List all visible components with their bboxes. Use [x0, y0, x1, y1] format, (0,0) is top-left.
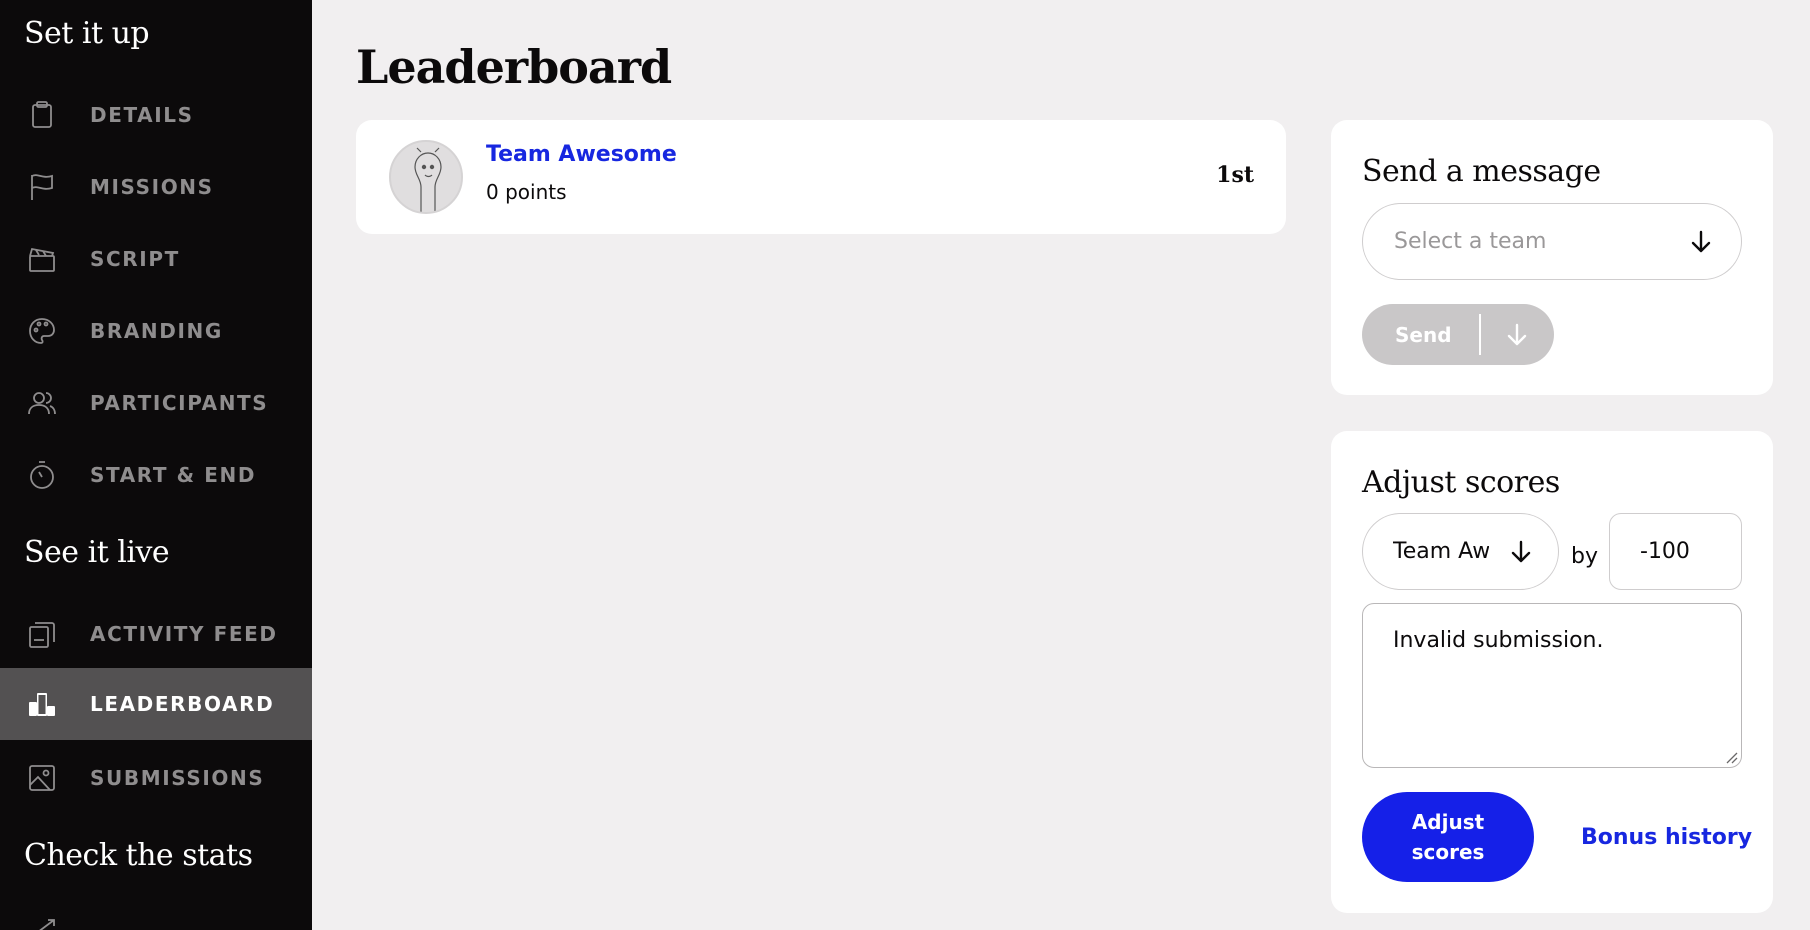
- sidebar-item-activity-feed[interactable]: ACTIVITY FEED: [0, 598, 312, 670]
- adjust-scores-button[interactable]: Adjust scores: [1362, 792, 1534, 882]
- feed-icon: [26, 618, 58, 650]
- flag-icon: [26, 171, 58, 203]
- resize-handle-icon[interactable]: [1724, 750, 1738, 764]
- adjust-team-value: Team Awesome: [1393, 539, 1489, 564]
- by-label: by: [1571, 544, 1598, 569]
- send-button-label: Send: [1395, 323, 1452, 347]
- section-title-set-it-up: Set it up: [24, 16, 150, 51]
- sidebar-item-label: START & END: [90, 463, 257, 487]
- reason-value: Invalid submission.: [1393, 628, 1604, 653]
- reason-textarea[interactable]: Invalid submission.: [1362, 603, 1742, 768]
- team-rank: 1st: [1216, 162, 1254, 188]
- clipboard-icon: [26, 99, 58, 131]
- sidebar-item-missions[interactable]: MISSIONS: [0, 151, 312, 223]
- sidebar-item-label: LEADERBOARD: [90, 692, 275, 716]
- sidebar-item-label: BRANDING: [90, 319, 223, 343]
- image-icon: [26, 762, 58, 794]
- sidebar-item-script[interactable]: SCRIPT: [0, 223, 312, 295]
- send-message-title: Send a message: [1362, 154, 1601, 189]
- team-select-placeholder: Select a team: [1394, 229, 1547, 254]
- button-divider: [1479, 314, 1481, 355]
- users-icon: [26, 387, 58, 419]
- bonus-history-link[interactable]: Bonus history: [1581, 825, 1752, 850]
- arrow-down-icon: [1688, 229, 1714, 255]
- sidebar-item-leaderboard[interactable]: LEADERBOARD: [0, 668, 312, 740]
- sidebar-item-details[interactable]: DETAILS: [0, 79, 312, 151]
- sidebar-item-label: ACTIVITY FEED: [90, 622, 278, 646]
- palette-icon: [26, 315, 58, 347]
- leaderboard-row[interactable]: Team Awesome 0 points 1st: [356, 120, 1286, 234]
- adjust-scores-panel: Adjust scores Team Awesome by -100 Inval…: [1331, 431, 1773, 913]
- clapperboard-icon: [26, 243, 58, 275]
- section-title-check-the-stats: Check the stats: [24, 838, 253, 873]
- sidebar-item-label: PARTICIPANTS: [90, 391, 269, 415]
- podium-icon: [26, 688, 58, 720]
- arrow-down-icon: [1508, 539, 1534, 565]
- sidebar-item-label: SCRIPT: [90, 247, 180, 271]
- stats-icon: [32, 918, 62, 930]
- send-button[interactable]: Send: [1362, 304, 1554, 365]
- adjust-scores-title: Adjust scores: [1362, 465, 1560, 500]
- arrow-down-icon[interactable]: [1504, 322, 1530, 348]
- sidebar-item-label: DETAILS: [90, 103, 194, 127]
- team-select[interactable]: Select a team: [1362, 203, 1742, 280]
- section-title-see-it-live: See it live: [24, 535, 170, 570]
- sidebar-item-branding[interactable]: BRANDING: [0, 295, 312, 367]
- score-amount-value: -100: [1640, 539, 1690, 564]
- stopwatch-icon: [26, 459, 58, 491]
- team-name[interactable]: Team Awesome: [486, 142, 677, 167]
- sidebar-item-start-end[interactable]: START & END: [0, 439, 312, 511]
- sidebar-item-label: SUBMISSIONS: [90, 766, 265, 790]
- sidebar-item-label: MISSIONS: [90, 175, 214, 199]
- sidebar-item-submissions[interactable]: SUBMISSIONS: [0, 742, 312, 814]
- sidebar: Set it up DETAILS MISSIONS SCRIPT BRANDI…: [0, 0, 312, 930]
- score-amount-input[interactable]: -100: [1609, 513, 1742, 590]
- team-points: 0 points: [486, 180, 567, 204]
- adjust-team-select[interactable]: Team Awesome: [1362, 513, 1559, 590]
- adjust-scores-button-label: Adjust scores: [1411, 810, 1485, 864]
- send-message-panel: Send a message Select a team Send: [1331, 120, 1773, 395]
- team-avatar: [389, 140, 463, 214]
- page-title: Leaderboard: [356, 40, 672, 94]
- sidebar-item-participants[interactable]: PARTICIPANTS: [0, 367, 312, 439]
